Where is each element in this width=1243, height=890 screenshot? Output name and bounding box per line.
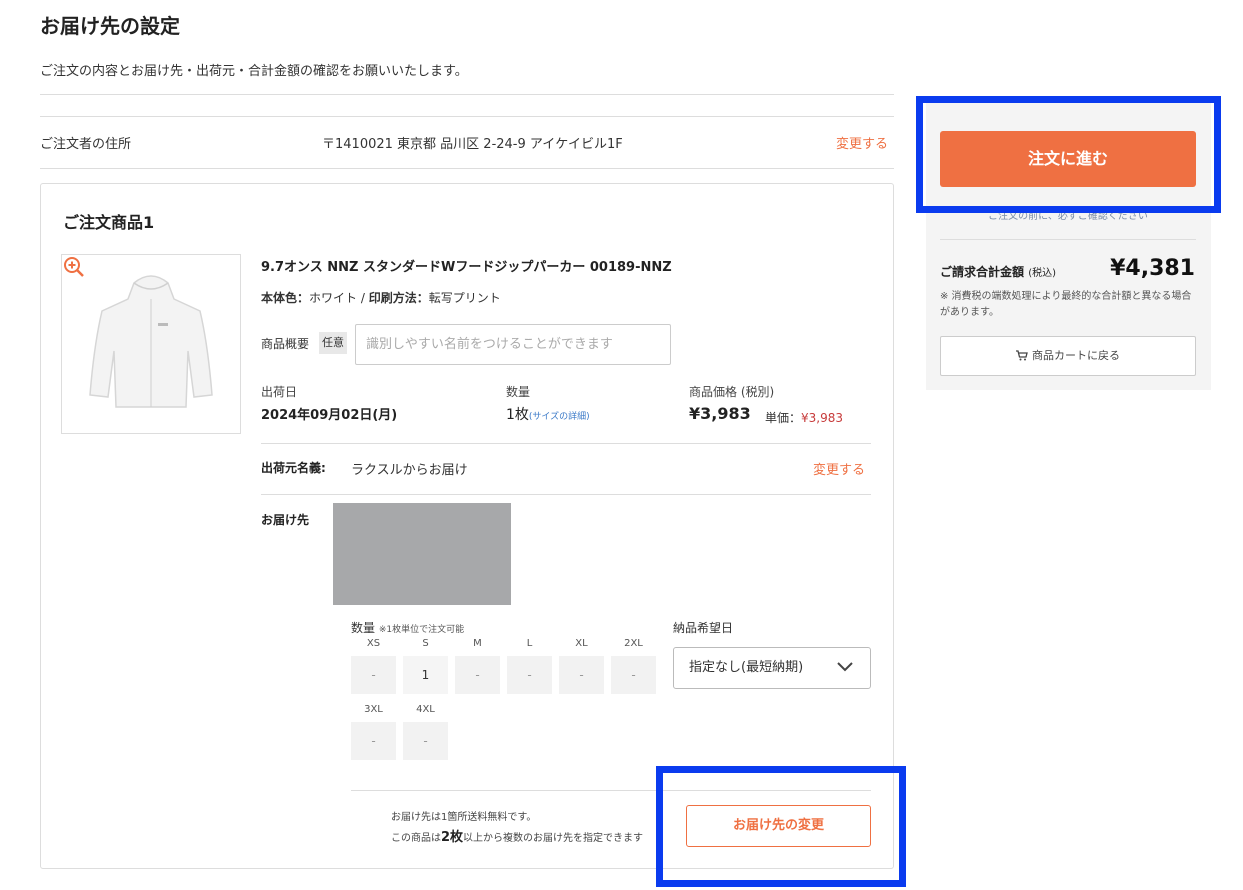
divider: [40, 168, 894, 169]
page-title: お届け先の設定: [40, 14, 180, 38]
color-value: ホワイト /: [309, 291, 365, 305]
shipper-label: 出荷元名義:: [261, 461, 326, 475]
size-details-link[interactable]: (サイズの詳細): [529, 412, 590, 422]
zoom-in-icon[interactable]: [62, 255, 86, 279]
size-header-m: M: [473, 638, 482, 649]
unit-price-value: ¥3,983: [801, 411, 844, 425]
divider: [261, 443, 871, 444]
size-qty-xl[interactable]: -: [559, 656, 604, 694]
size-header-xl: XL: [575, 638, 588, 649]
highlight-box-order-button: [916, 96, 1221, 213]
quantity-value: 1枚(サイズの詳細): [506, 404, 590, 424]
print-method-value: 転写プリント: [428, 291, 501, 305]
divider: [40, 94, 894, 95]
print-method-label: 印刷方法：: [368, 291, 429, 305]
product-name: 9.7オンス NNZ スタンダードWフードジップパーカー 00189-NNZ: [261, 260, 672, 275]
price-value: ¥3,983: [689, 404, 751, 423]
memo-input[interactable]: [355, 324, 671, 365]
item-heading: ご注文商品1: [63, 213, 155, 232]
change-orderer-address-link[interactable]: 変更する: [836, 133, 888, 152]
sizes-label-text: 数量: [351, 621, 376, 635]
size-header-3xl: 3XL: [364, 704, 383, 715]
quantity-text: 1枚: [506, 407, 529, 423]
divider: [40, 116, 894, 117]
multi-destination-count: 2枚: [441, 830, 464, 845]
sizes-label: 数量 ※1枚単位で注文可能: [351, 619, 464, 636]
total-tax-label: (税込): [1028, 268, 1057, 279]
chevron-down-icon: [837, 662, 853, 672]
delivery-date-label: 納品希望日: [673, 621, 734, 635]
total-label: ご請求合計金額 (税込): [940, 263, 1056, 280]
size-header-l: L: [526, 638, 533, 649]
shipper-value: ラクスルからお届け: [351, 463, 468, 478]
delivery-date-select[interactable]: 指定なし(最短納期): [673, 647, 871, 689]
divider: [940, 239, 1196, 240]
quantity-label: 数量: [506, 385, 531, 399]
ship-date-label: 出荷日: [261, 385, 298, 399]
size-header-s: S: [422, 638, 429, 649]
back-to-cart-button[interactable]: 商品カートに戻る: [940, 336, 1196, 376]
size-qty-4xl[interactable]: -: [403, 722, 448, 760]
size-qty-2xl[interactable]: -: [611, 656, 656, 694]
orderer-address-value: 〒1410021 東京都 品川区 2-24-9 アイケイビル1F: [322, 137, 623, 152]
unit-price-label: 単価：: [765, 411, 802, 425]
size-qty-l[interactable]: -: [507, 656, 552, 694]
ship-date-value: 2024年09月02日(月): [261, 408, 398, 423]
delivery-date-value: 指定なし(最短納期): [689, 660, 804, 675]
size-qty-m[interactable]: -: [455, 656, 500, 694]
total-label-text: ご請求合計金額: [940, 265, 1025, 279]
sizes-note: ※1枚単位で注文可能: [378, 625, 465, 635]
size-qty-s[interactable]: 1: [403, 656, 448, 694]
size-header-2xl: 2XL: [624, 638, 643, 649]
size-header-xs: XS: [366, 638, 381, 649]
optional-badge: 任意: [319, 332, 347, 354]
total-amount: ¥4,381: [1110, 256, 1195, 281]
highlight-box-change-destination: [656, 766, 906, 887]
color-label: 本体色：: [261, 291, 310, 305]
destination-address-redacted: [333, 503, 511, 605]
size-qty-3xl[interactable]: -: [351, 722, 396, 760]
unit-price: 単価：¥3,983: [765, 409, 843, 426]
destination-label: お届け先: [261, 513, 310, 527]
multi-destination-note-prefix: この商品は: [391, 833, 441, 844]
total-note: ※ 消費税の端数処理により最終的な合計額と異なる場合があります。: [940, 291, 1192, 318]
product-spec: 本体色：ホワイト / 印刷方法：転写プリント: [261, 289, 501, 306]
cart-icon: [1016, 350, 1028, 361]
price-label: 商品価格 (税別): [689, 385, 775, 399]
change-shipper-link[interactable]: 変更する: [813, 459, 865, 478]
page-subtitle: ご注文の内容とお届け先・出荷元・合計金額の確認をお願いいたします。: [40, 64, 468, 79]
orderer-address-label: ご注文者の住所: [40, 137, 132, 152]
back-to-cart-label: 商品カートに戻る: [1032, 349, 1120, 362]
multi-destination-note: この商品は2枚以上から複数のお届け先を指定できます: [391, 826, 643, 845]
multi-destination-note-suffix: 以上から複数のお届け先を指定できます: [463, 833, 644, 844]
memo-label: 商品概要: [261, 337, 310, 351]
hoodie-image: [89, 275, 213, 408]
product-thumbnail[interactable]: [61, 254, 241, 434]
size-header-4xl: 4XL: [416, 704, 435, 715]
free-shipping-note: お届け先は1箇所送料無料です。: [391, 812, 537, 823]
divider: [261, 494, 871, 495]
size-qty-xs[interactable]: -: [351, 656, 396, 694]
